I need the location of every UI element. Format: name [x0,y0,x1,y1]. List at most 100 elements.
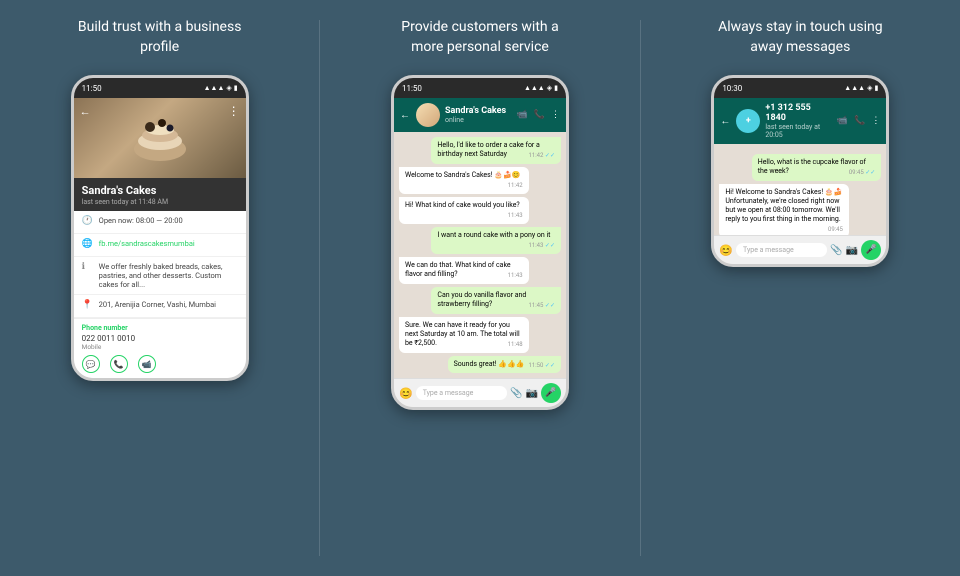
away-message-input[interactable]: Type a message [736,243,827,257]
away-msg-text-1: Hi! Welcome to Sandra's Cakes! 🎂🍰 Unfort… [725,188,842,223]
chat-avatar [416,103,440,127]
phone-number-section: Phone number 022 0011 0010 Mobile 💬 📞 📹 [74,318,246,378]
away-header-info: +1 312 555 1840 last seen today at 20:05 [765,103,832,139]
message-action-icon[interactable]: 💬 [82,355,100,373]
msg-2: Hi! What kind of cake would you like? 11… [399,197,529,224]
panel2-title: Provide customers with a more personal s… [401,18,558,57]
website-row: 🌐 fb.me/sandrascakesmumbai [74,234,246,257]
wifi-icon: ◈ [226,84,231,92]
video-action-icon[interactable]: 📹 [138,355,156,373]
msg-text-1: Welcome to Sandra's Cakes! 🎂🍰😊 [405,171,520,179]
more-icon3[interactable]: ⋮ [871,116,880,126]
phone1-status-bar: 11:50 ▲▲▲ ◈ ▮ [74,78,246,98]
chat-input-bar: 😊 Type a message 📎 📷 🎤 [394,378,566,407]
phone2-time: 11:50 [402,84,422,93]
msg-7: Sounds great! 👍👍👍 11:50 ✓✓ [448,356,561,374]
back-arrow-icon[interactable]: ← [80,105,91,118]
msg-time-5: 11:45 ✓✓ [528,302,555,310]
chat-status: online [445,116,512,124]
message-input[interactable]: Type a message [416,386,507,400]
phone3-time: 10:30 [722,84,742,93]
more-options-icon[interactable]: ⋮ [228,104,240,118]
emoji-icon[interactable]: 😊 [399,387,413,400]
hours-row: 🕐 Open now: 08:00 — 20:00 [74,211,246,234]
camera-icon[interactable]: 📷 [526,388,538,399]
address-text: 201, Arenijia Corner, Vashi, Mumbai [99,300,216,309]
voice-call-icon[interactable]: 📞 [534,110,545,120]
mic-button[interactable]: 🎤 [541,383,561,403]
emoji-icon3[interactable]: 😊 [719,244,733,257]
msg-text-3: I want a round cake with a pony on it [437,231,550,239]
away-contact-name: +1 312 555 1840 [765,103,832,123]
call-action-icon[interactable]: 📞 [110,355,128,373]
more-icon[interactable]: ⋮ [551,110,560,120]
phone2-status-bar: 11:50 ▲▲▲ ◈ ▮ [394,78,566,98]
panel-personal-service: Provide customers with a more personal s… [320,0,639,576]
back-icon[interactable]: ← [400,110,410,121]
msg-5: Can you do vanilla flavor and strawberry… [431,287,561,314]
battery-icon: ▮ [234,84,238,92]
camera-icon3[interactable]: 📷 [846,245,858,256]
profile-name-section: Sandra's Cakes last seen today at 11:48 … [74,178,246,211]
away-msg-time-0: 09:45 ✓✓ [849,169,876,177]
away-input-placeholder: Type a message [743,246,794,254]
away-chat-screen: ← + +1 312 555 1840 last seen today at 2… [714,98,886,264]
phone3-status-bar: 10:30 ▲▲▲ ◈ ▮ [714,78,886,98]
away-msg-0: Hello, what is the cupcake flavor of the… [752,154,882,181]
attachment-icon3[interactable]: 📎 [830,245,842,256]
msg-time-6: 11:48 [508,341,523,349]
phone-2: 11:50 ▲▲▲ ◈ ▮ ← Sandra's Cakes online 📹 … [391,75,569,410]
msg-text-4: We can do that. What kind of cake flavor… [405,261,511,278]
away-avatar: + [736,109,760,133]
msg-time-1: 11:42 [508,182,523,190]
globe-icon: 🌐 [82,239,94,251]
profile-screen: ← ⋮ Sandra's Cakes last seen today at 11… [74,98,246,378]
msg-time-4: 11:43 [508,272,523,280]
msg-text-6: Sure. We can have it ready for you next … [405,321,520,347]
voice-call-icon3[interactable]: 📞 [854,116,865,126]
chat-header-icons: 📹 📞 ⋮ [517,110,560,120]
mic-button3[interactable]: 🎤 [861,240,881,260]
msg-time-0: 11:42 ✓✓ [528,152,555,160]
description-row: ℹ We offer freshly baked breads, cakes, … [74,257,246,295]
msg-text-2: Hi! What kind of cake would you like? [405,201,520,209]
phone1-status-icons: ▲▲▲ ◈ ▮ [204,84,238,92]
phone-1: 11:50 ▲▲▲ ◈ ▮ [71,75,249,381]
address-row: 📍 201, Arenijia Corner, Vashi, Mumbai [74,295,246,318]
chat-screen: ← Sandra's Cakes online 📹 📞 ⋮ Hello, I'd… [394,98,566,407]
profile-header-image: ← ⋮ [74,98,246,178]
msg-text-7: Sounds great! 👍👍👍 [454,360,525,368]
website-link[interactable]: fb.me/sandrascakesmumbai [99,239,195,248]
info-icon: ℹ [82,262,94,274]
away-chat-header: ← + +1 312 555 1840 last seen today at 2… [714,98,886,144]
panel3-title: Always stay in touch using away messages [718,18,883,57]
away-input-bar: 😊 Type a message 📎 📷 🎤 [714,235,886,264]
wifi-icon3: ◈ [867,84,872,92]
msg-0: Hello, I'd like to order a cake for a bi… [431,137,561,164]
battery-icon3: ▮ [874,84,878,92]
profile-nav: ← ⋮ [74,102,246,120]
video-call-icon3[interactable]: 📹 [837,116,848,126]
msg-4: We can do that. What kind of cake flavor… [399,257,529,284]
signal-icon2: ▲▲▲ [524,84,545,92]
msg-3: I want a round cake with a pony on it 11… [431,227,561,254]
attachment-icon[interactable]: 📎 [510,388,522,399]
video-call-icon[interactable]: 📹 [517,110,528,120]
description-text: We offer freshly baked breads, cakes, pa… [99,262,238,289]
back-icon3[interactable]: ← [720,116,730,127]
msg-time-2: 11:43 [508,212,523,220]
away-msg-1: Hi! Welcome to Sandra's Cakes! 🎂🍰 Unfort… [719,184,849,238]
phone-type: Mobile [82,343,238,351]
wifi-icon2: ◈ [547,84,552,92]
phone-3: 10:30 ▲▲▲ ◈ ▮ ← + +1 312 555 1840 last s… [711,75,889,267]
phone-number: 022 0011 0010 [82,334,238,343]
phone3-status-icons: ▲▲▲ ◈ ▮ [844,84,878,92]
battery-icon2: ▮ [554,84,558,92]
msg-1: Welcome to Sandra's Cakes! 🎂🍰😊 11:42 [399,167,529,194]
chat-header-info: Sandra's Cakes online [445,106,512,124]
away-last-seen: last seen today at 20:05 [765,123,832,139]
away-msg-time-1: 09:45 [828,226,843,234]
signal-icon: ▲▲▲ [204,84,225,92]
phone-actions: 💬 📞 📹 [82,355,238,373]
chat-messages: Hello, I'd like to order a cake for a bi… [394,132,566,378]
